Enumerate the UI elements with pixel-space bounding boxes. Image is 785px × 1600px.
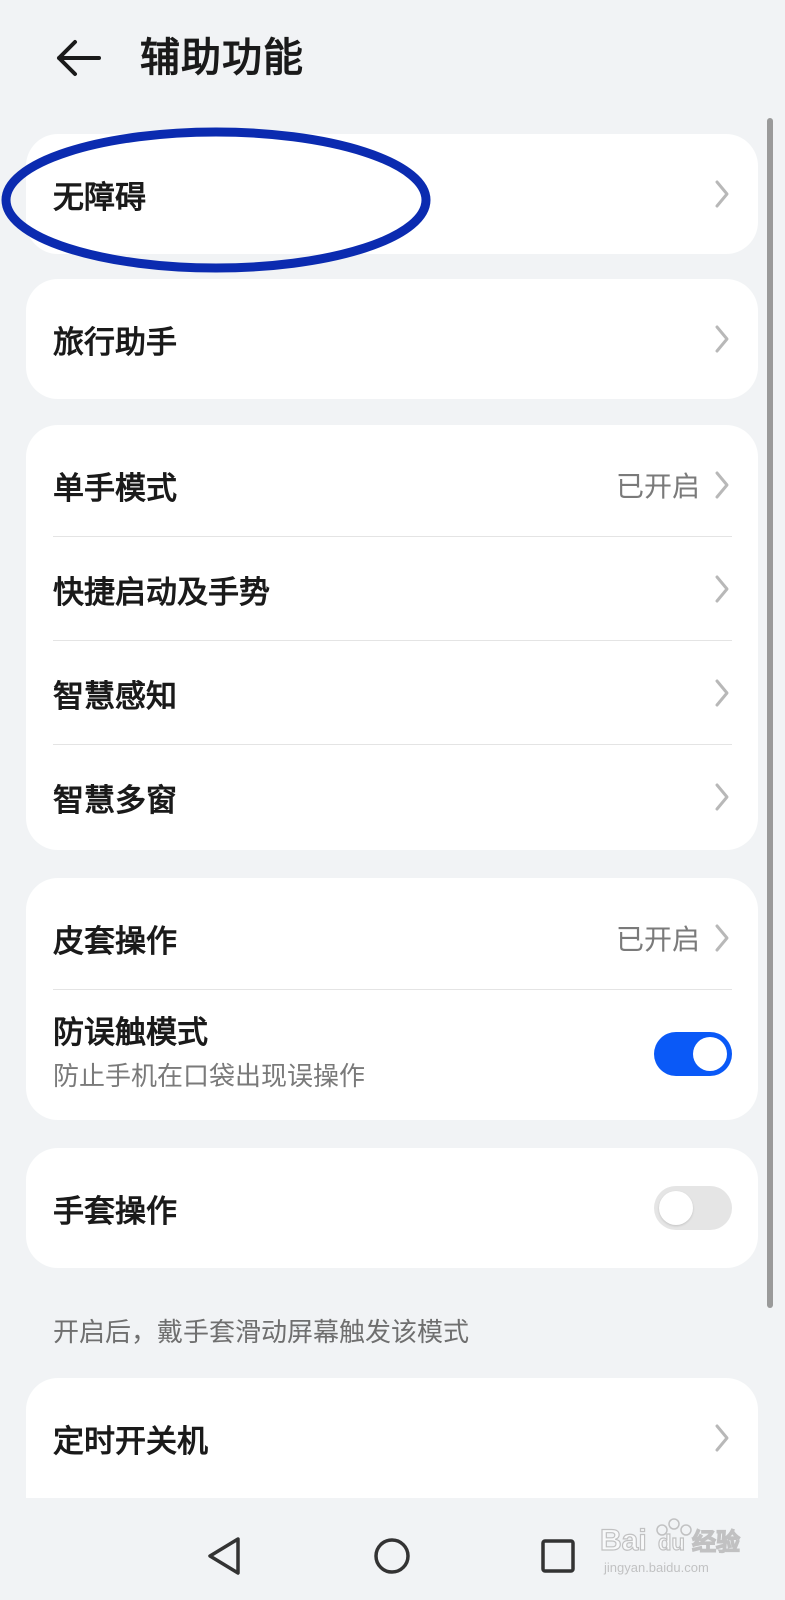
scheduled-power-item[interactable]: 定时开关机 — [26, 1378, 758, 1498]
glove-mode-label: 手套操作 — [53, 1193, 177, 1230]
cover-operation-label: 皮套操作 — [53, 923, 177, 960]
glove-footnote: 开启后，戴手套滑动屏幕触发该模式 — [53, 1318, 470, 1348]
smart-multiwindow-item[interactable]: 智慧多窗 — [26, 745, 758, 849]
chevron-right-icon — [714, 324, 732, 354]
smart-multiwindow-label: 智慧多窗 — [53, 782, 177, 819]
chevron-right-icon — [714, 470, 732, 500]
nav-back-button[interactable] — [194, 1526, 254, 1586]
smart-awareness-item[interactable]: 智慧感知 — [26, 641, 758, 745]
glove-card: 手套操作 — [26, 1148, 758, 1268]
scheduled-power-card: 定时开关机 — [26, 1378, 758, 1498]
page-title: 辅助功能 — [140, 35, 304, 81]
gestures-card: 单手模式 已开启 快捷启动及手势 智慧感知 智慧多窗 — [26, 425, 758, 850]
chevron-right-icon — [714, 678, 732, 708]
svg-text:jingyan.baidu.com: jingyan.baidu.com — [603, 1560, 709, 1575]
travel-assistant-item[interactable]: 旅行助手 — [26, 279, 758, 399]
circle-home-icon — [374, 1538, 410, 1574]
chevron-right-icon — [714, 179, 732, 209]
scheduled-power-label: 定时开关机 — [53, 1423, 208, 1460]
accessibility-label: 无障碍 — [53, 179, 146, 216]
one-handed-mode-item[interactable]: 单手模式 已开启 — [26, 433, 758, 537]
toggle-knob — [659, 1191, 693, 1225]
cover-operation-item[interactable]: 皮套操作 已开启 — [26, 886, 758, 990]
toggle-knob — [693, 1037, 727, 1071]
chevron-right-icon — [714, 923, 732, 953]
back-button[interactable] — [50, 30, 106, 86]
accidental-touch-label: 防误触模式 — [53, 1015, 208, 1051]
glove-mode-toggle[interactable] — [654, 1186, 732, 1230]
scrollbar[interactable] — [767, 118, 773, 1308]
glove-mode-item: 手套操作 — [26, 1148, 758, 1268]
one-handed-mode-status: 已开启 — [615, 470, 700, 503]
accessibility-item[interactable]: 无障碍 — [26, 134, 758, 254]
shortcuts-gestures-item[interactable]: 快捷启动及手势 — [26, 537, 758, 641]
shortcuts-gestures-label: 快捷启动及手势 — [53, 574, 270, 611]
arrow-left-icon — [57, 40, 101, 76]
svg-text:经验: 经验 — [692, 1528, 740, 1556]
chevron-right-icon — [714, 574, 732, 604]
header: 辅助功能 — [0, 0, 785, 120]
svg-text:du: du — [658, 1530, 685, 1555]
accessibility-card: 无障碍 — [26, 134, 758, 254]
baidu-watermark-logo: Bai du 经验 jingyan.baidu.com — [599, 1512, 750, 1582]
one-handed-mode-label: 单手模式 — [53, 470, 177, 507]
chevron-right-icon — [714, 782, 732, 812]
nav-recents-button[interactable] — [528, 1526, 588, 1586]
chevron-right-icon — [714, 1423, 732, 1453]
nav-home-button[interactable] — [362, 1526, 422, 1586]
travel-assistant-label: 旅行助手 — [53, 324, 177, 361]
cover-operation-status: 已开启 — [615, 923, 700, 956]
square-recents-icon — [541, 1539, 575, 1573]
accidental-touch-text: 防误触模式 防止手机在口袋出现误操作 — [53, 1011, 654, 1097]
triangle-back-icon — [208, 1537, 240, 1575]
cover-card: 皮套操作 已开启 防误触模式 防止手机在口袋出现误操作 — [26, 878, 758, 1120]
accidental-touch-item: 防误触模式 防止手机在口袋出现误操作 — [26, 990, 758, 1118]
accidental-touch-description: 防止手机在口袋出现误操作 — [53, 1062, 366, 1092]
svg-text:Bai: Bai — [600, 1524, 647, 1557]
smart-awareness-label: 智慧感知 — [53, 678, 177, 715]
travel-assistant-card: 旅行助手 — [26, 279, 758, 399]
accidental-touch-toggle[interactable] — [654, 1032, 732, 1076]
